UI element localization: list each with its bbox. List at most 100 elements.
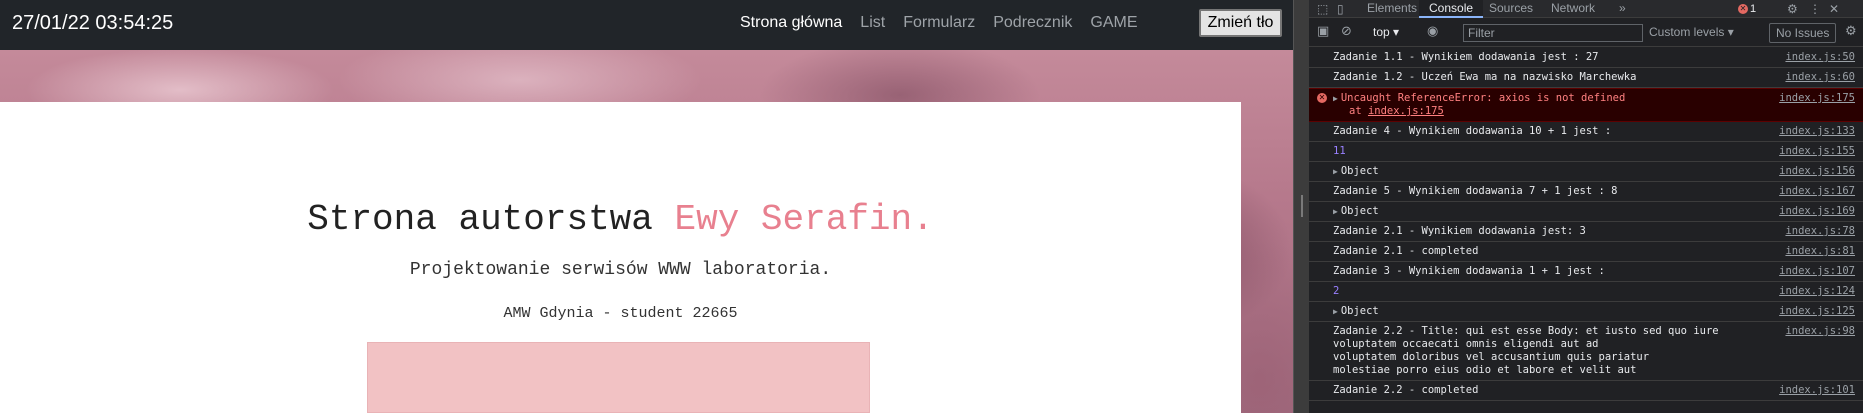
expand-triangle-icon[interactable]: ▶	[1333, 167, 1338, 176]
console-message-text: Zadanie 2.2 - Title: qui est esse Body: …	[1333, 325, 1853, 377]
inspect-element-icon[interactable]: ⬚	[1317, 0, 1328, 18]
message-content: Uncaught ReferenceError: axios is not de…	[1340, 92, 1626, 104]
content-box	[367, 342, 870, 413]
expand-triangle-icon[interactable]: ▶	[1333, 94, 1338, 103]
nav-link-form[interactable]: Formularz	[903, 14, 975, 32]
source-link[interactable]: index.js:78	[1785, 225, 1855, 238]
issues-button[interactable]: No Issues	[1769, 23, 1837, 43]
console-message: Zadanie 2.2 - Title: qui est esse Body: …	[1309, 322, 1863, 381]
error-count-badge[interactable]: ✕ 1	[1738, 2, 1756, 16]
tab-network[interactable]: Network	[1541, 0, 1605, 18]
message-content: Zadanie 2.2 - Title: qui est esse Body: …	[1333, 325, 1719, 376]
console-message-text: Zadanie 2.1 - Wynikiem dodawania jest: 3	[1333, 225, 1853, 238]
console-message-text: Zadanie 1.2 - Uczeń Ewa ma na nazwisko M…	[1333, 71, 1853, 84]
console-message-text: Zadanie 5 - Wynikiem dodawania 7 + 1 jes…	[1333, 185, 1853, 198]
settings-gear-icon[interactable]: ⚙	[1787, 0, 1798, 18]
tab-elements[interactable]: Elements	[1357, 0, 1427, 18]
source-link[interactable]: index.js:156	[1779, 165, 1855, 178]
page-title: Strona autorstwa Ewy Serafin.	[0, 199, 1241, 240]
device-toolbar-icon[interactable]: ▯	[1337, 0, 1344, 18]
website-viewport: 27/01/22 03:54:25 Strona główna List For…	[0, 0, 1293, 413]
nav-link-home[interactable]: Strona główna	[740, 14, 842, 32]
source-link[interactable]: index.js:167	[1779, 185, 1855, 198]
console-message: Zadanie 2.2 - completed index.js:101	[1309, 381, 1863, 401]
devtools-tabbar: ⬚ ▯ Elements Console Sources Network » ✕…	[1309, 0, 1863, 18]
change-background-button[interactable]: Zmień tło	[1199, 9, 1282, 37]
stack-prefix: at	[1349, 105, 1368, 117]
console-message: Zadanie 1.1 - Wynikiem dodawania jest : …	[1309, 48, 1863, 68]
source-link[interactable]: index.js:60	[1785, 71, 1855, 84]
source-link[interactable]: index.js:133	[1779, 125, 1855, 138]
message-content: Zadanie 3 - Wynikiem dodawania 1 + 1 jes…	[1333, 265, 1605, 277]
error-count: 1	[1750, 3, 1757, 15]
nav-link-handbook[interactable]: Podrecznik	[993, 14, 1072, 32]
source-link[interactable]: index.js:107	[1779, 265, 1855, 278]
console-output: Zadanie 1.1 - Wynikiem dodawania jest : …	[1309, 48, 1863, 413]
source-link[interactable]: index.js:155	[1779, 145, 1855, 158]
page-subtitle: Projektowanie serwisów WWW laboratoria.	[409, 260, 832, 280]
console-message[interactable]: ▶ Object index.js:169	[1309, 202, 1863, 222]
log-levels-select[interactable]: Custom levels ▾	[1649, 25, 1734, 39]
console-message-text: 11	[1333, 145, 1853, 158]
sidebar-toggle-icon[interactable]: ▣	[1317, 24, 1329, 39]
console-message: 11 index.js:155	[1309, 142, 1863, 162]
clear-console-icon[interactable]: ⊘	[1341, 24, 1352, 39]
nav-link-list[interactable]: List	[860, 14, 885, 32]
panel-resize-handle[interactable]	[1293, 0, 1309, 413]
console-message[interactable]: ▶ Object index.js:125	[1309, 302, 1863, 322]
source-link[interactable]: index.js:125	[1779, 305, 1855, 318]
expand-triangle-icon[interactable]: ▶	[1333, 307, 1338, 316]
console-message: Zadanie 5 - Wynikiem dodawania 7 + 1 jes…	[1309, 182, 1863, 202]
error-icon: ✕	[1738, 4, 1748, 15]
page-title-main: Strona autorstwa	[307, 199, 675, 240]
source-link[interactable]: index.js:124	[1779, 285, 1855, 298]
console-message: Zadanie 1.2 - Uczeń Ewa ma na nazwisko M…	[1309, 68, 1863, 88]
nav-links: Strona główna List Formularz Podrecznik …	[740, 14, 1156, 32]
source-link[interactable]: index.js:101	[1779, 384, 1855, 397]
console-message: Zadanie 2.1 - Wynikiem dodawania jest: 3…	[1309, 222, 1863, 242]
message-content: Zadanie 1.1 - Wynikiem dodawania jest : …	[1333, 51, 1599, 63]
source-link[interactable]: index.js:169	[1779, 205, 1855, 218]
filter-input[interactable]	[1463, 24, 1643, 42]
console-message-text: Zadanie 3 - Wynikiem dodawania 1 + 1 jes…	[1333, 265, 1853, 278]
console-message-text: ▶ Object	[1333, 165, 1853, 178]
source-link[interactable]: index.js:50	[1785, 51, 1855, 64]
live-expression-eye-icon[interactable]: ◉	[1427, 24, 1438, 39]
message-content: Zadanie 5 - Wynikiem dodawania 7 + 1 jes…	[1333, 185, 1618, 197]
message-content: 11	[1333, 145, 1346, 157]
content-card: Strona autorstwa Ewy Serafin. Projektowa…	[0, 102, 1241, 413]
console-message-text: Zadanie 2.2 - completed	[1333, 384, 1853, 397]
console-message-text: ▶ Uncaught ReferenceError: axios is not d…	[1333, 92, 1853, 105]
resize-grip	[1301, 195, 1303, 217]
console-settings-icon[interactable]: ⚙	[1845, 24, 1857, 39]
source-link[interactable]: index.js:98	[1785, 325, 1855, 338]
context-select[interactable]: top ▾	[1373, 25, 1399, 39]
stack-source-link[interactable]: index.js:175	[1368, 105, 1444, 117]
console-message[interactable]: ▶ Object index.js:156	[1309, 162, 1863, 182]
console-message-text: Zadanie 2.1 - completed	[1333, 245, 1853, 258]
error-stack-trace: at index.js:175	[1333, 105, 1853, 118]
console-message: Zadanie 3 - Wynikiem dodawania 1 + 1 jes…	[1309, 262, 1863, 282]
console-message-text: ▶ Object	[1333, 305, 1853, 318]
console-message: 2 index.js:124	[1309, 282, 1863, 302]
close-icon[interactable]: ✕	[1829, 0, 1839, 18]
message-content: Zadanie 1.2 - Uczeń Ewa ma na nazwisko M…	[1333, 71, 1637, 83]
console-error-message[interactable]: ✕ ▶ Uncaught ReferenceError: axios is not …	[1309, 88, 1863, 122]
console-message-text: Zadanie 1.1 - Wynikiem dodawania jest : …	[1333, 51, 1853, 64]
more-tabs-button[interactable]: »	[1609, 0, 1636, 18]
message-content: Zadanie 4 - Wynikiem dodawania 10 + 1 je…	[1333, 125, 1612, 137]
message-content: Object	[1340, 165, 1379, 177]
tab-sources[interactable]: Sources	[1479, 0, 1543, 18]
message-content: Object	[1340, 205, 1379, 217]
expand-triangle-icon[interactable]: ▶	[1333, 207, 1338, 216]
source-link[interactable]: index.js:175	[1779, 92, 1855, 105]
kebab-menu-icon[interactable]: ⋮	[1809, 0, 1821, 18]
source-link[interactable]: index.js:81	[1785, 245, 1855, 258]
console-toolbar: ▣ ⊘ top ▾ ◉ Custom levels ▾ No Issues ⚙	[1309, 19, 1863, 47]
nav-link-game[interactable]: GAME	[1090, 14, 1137, 32]
console-message-text: Zadanie 4 - Wynikiem dodawania 10 + 1 je…	[1333, 125, 1853, 138]
devtools-panel: ⬚ ▯ Elements Console Sources Network » ✕…	[1309, 0, 1863, 413]
message-content: 2	[1333, 285, 1340, 297]
tab-console[interactable]: Console	[1419, 0, 1484, 18]
navbar: 27/01/22 03:54:25 Strona główna List For…	[0, 0, 1293, 50]
